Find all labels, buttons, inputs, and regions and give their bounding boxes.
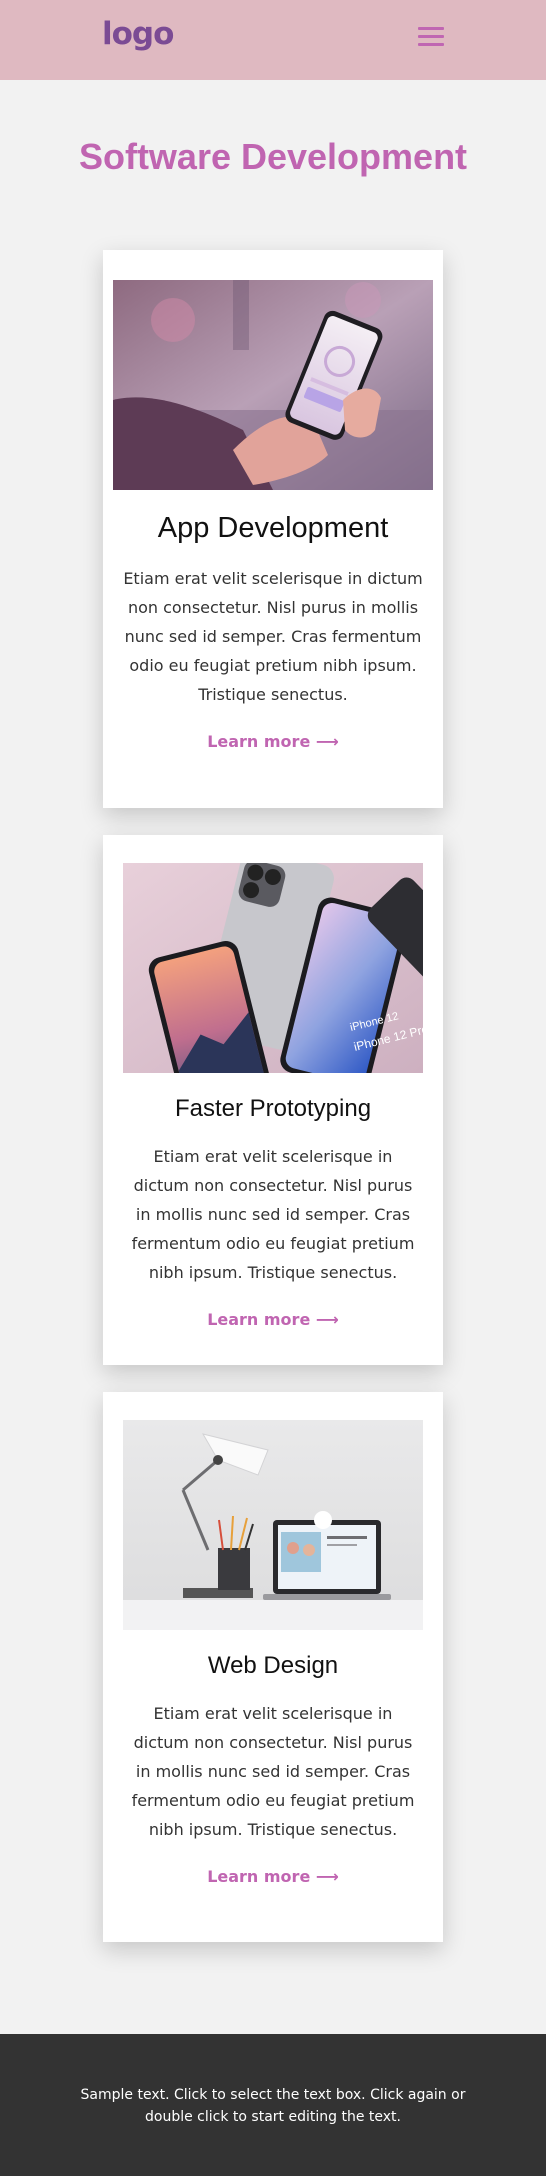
card-description: Etiam erat velit scelerisque in dictum n… bbox=[123, 569, 423, 704]
learn-more-link[interactable]: Learn more ⟶ bbox=[103, 732, 443, 751]
site-footer: Sample text. Click to select the text bo… bbox=[0, 2034, 546, 2176]
card-web-design: Web Design Etiam erat velit scelerisque … bbox=[103, 1392, 443, 1942]
footer-text[interactable]: Sample text. Click to select the text bo… bbox=[60, 2084, 486, 2128]
card-description: Etiam erat velit scelerisque in dictum n… bbox=[131, 1704, 415, 1839]
card-description: Etiam erat velit scelerisque in dictum n… bbox=[131, 1147, 415, 1282]
card-title: Faster Prototyping bbox=[174, 1095, 372, 1122]
card-app-development: App Development Etiam erat velit sceleri… bbox=[103, 250, 443, 808]
card-image-desk-laptop bbox=[123, 1420, 423, 1630]
card-image-iphones: iPhone 12 iPhone 12 Pro Max iPhone 12 Pr… bbox=[123, 863, 423, 1073]
menu-bar bbox=[418, 43, 444, 46]
card-title: App Development bbox=[157, 512, 389, 544]
page-title: Software Development bbox=[78, 136, 468, 177]
card-image-phone-in-hand bbox=[113, 280, 433, 490]
menu-bar bbox=[418, 35, 444, 38]
learn-more-link[interactable]: Learn more ⟶ bbox=[103, 1867, 443, 1886]
card-title: Web Design bbox=[207, 1652, 339, 1679]
site-header: logo bbox=[0, 0, 546, 80]
menu-bar bbox=[418, 27, 444, 30]
logo[interactable]: logo bbox=[102, 16, 174, 52]
learn-more-link[interactable]: Learn more ⟶ bbox=[103, 1310, 443, 1329]
hamburger-menu-icon[interactable] bbox=[418, 22, 444, 50]
card-faster-prototyping: iPhone 12 iPhone 12 Pro Max iPhone 12 Pr… bbox=[103, 835, 443, 1365]
